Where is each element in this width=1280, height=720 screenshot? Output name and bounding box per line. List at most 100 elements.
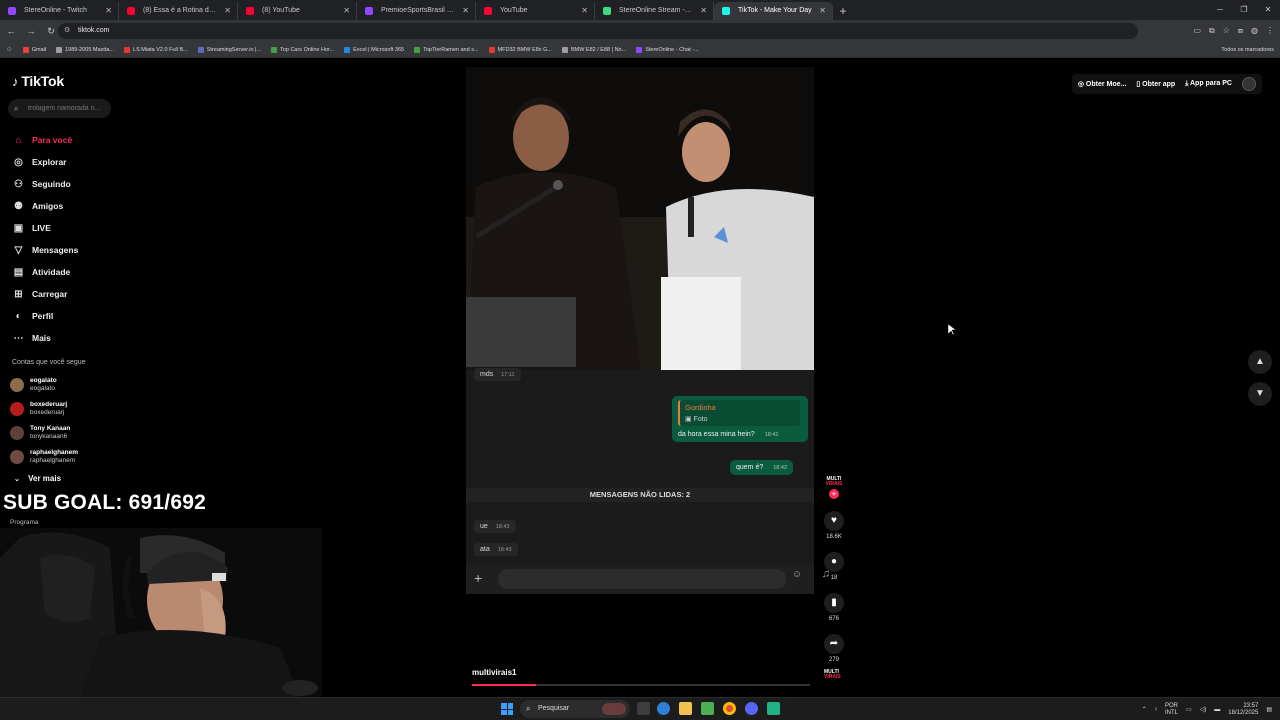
following-icon: ⚇ xyxy=(14,178,23,190)
maximize-icon[interactable]: ❐ xyxy=(1232,0,1256,20)
bookmark-item[interactable]: MFD32 BMW E8x G... xyxy=(488,46,552,53)
bookmark-item[interactable]: Excel | Microsoft 365 xyxy=(344,46,404,53)
bookmark-item[interactable]: Gmail xyxy=(22,46,46,53)
video-player[interactable] xyxy=(466,67,814,370)
bookmark-item[interactable]: TopTierRamen and s... xyxy=(414,46,479,53)
video-progress-bar[interactable] xyxy=(472,684,810,686)
logo-text: TikTok xyxy=(21,73,64,89)
sidebar-item-messages[interactable]: ▽ Mensagens xyxy=(12,239,79,261)
sidebar-item-friends[interactable]: ⚉ Amigos xyxy=(12,195,78,217)
bookmark-item[interactable]: StreamingServer.io |... xyxy=(197,46,261,53)
file-explorer-icon[interactable] xyxy=(679,702,692,715)
author-avatar[interactable]: MULTI VIRAIS xyxy=(820,477,848,487)
browser-tab[interactable]: PremioeSportsBrasil - Twitch ✕ xyxy=(357,2,476,20)
next-author-badge[interactable]: MULTI VIRAIS xyxy=(824,670,841,680)
sidebar-item-more[interactable]: ⋯ Mais xyxy=(12,327,78,349)
followed-account-text: boxederuarj boxederuarj xyxy=(30,401,67,417)
get-app-button[interactable]: ▯ Obter app xyxy=(1136,80,1175,88)
sidebar-item-following[interactable]: ⚇ Seguindo xyxy=(12,173,78,195)
chat-input xyxy=(498,569,786,589)
tab-close-icon[interactable]: ✕ xyxy=(224,2,231,20)
bookmark-item[interactable]: BMW E82 / E88 | No... xyxy=(561,46,626,53)
site-info-icon[interactable]: ⚙ xyxy=(64,23,70,39)
follow-plus-button[interactable]: + xyxy=(829,489,839,499)
share-action[interactable]: ➦ 279 xyxy=(820,634,848,663)
task-view-icon[interactable] xyxy=(637,702,650,715)
save-count: 676 xyxy=(828,616,839,622)
bookmark-star-icon[interactable]: ☆ xyxy=(1223,23,1230,39)
comment-action[interactable]: ● 18 xyxy=(820,552,848,581)
back-icon[interactable]: ← xyxy=(2,26,20,36)
camera-icon: ▣ xyxy=(685,416,694,423)
message-time: 18:42 xyxy=(773,465,788,471)
translate-icon[interactable]: ⧉ xyxy=(1209,23,1215,39)
notifications-icon[interactable]: ▤ xyxy=(1266,706,1272,713)
all-bookmarks[interactable]: Todos os marcadores xyxy=(1221,42,1274,58)
app-icon[interactable] xyxy=(767,702,780,715)
tab-close-icon[interactable]: ✕ xyxy=(700,2,707,20)
tab-close-icon[interactable]: ✕ xyxy=(819,2,826,20)
bookmark-item[interactable]: LS Miata V2.0 Full B... xyxy=(124,46,188,53)
search-input[interactable]: ⌕ trolagem namorada n... xyxy=(8,99,111,118)
battery-icon[interactable]: ▬ xyxy=(1214,707,1220,713)
windows-start-button[interactable] xyxy=(501,703,513,715)
minimize-icon[interactable]: ─ xyxy=(1208,0,1232,20)
chrome-icon[interactable] xyxy=(723,702,736,715)
sidebar-item-upload[interactable]: ⊞ Carregar xyxy=(12,283,78,305)
browser-tab[interactable]: (8) YouTube ✕ xyxy=(238,2,357,20)
browser-tab[interactable]: TikTok - Make Your Day ✕ xyxy=(714,2,833,20)
taskbar-clock[interactable]: 23:57 18/12/2025 xyxy=(1228,703,1258,717)
url-field[interactable]: ⚙ tiktok.com xyxy=(58,23,1138,39)
sidebar-item-label: Para você xyxy=(32,135,73,145)
see-more-link[interactable]: ⌄ Ver mais xyxy=(14,474,61,483)
microphone-icon[interactable]: ♮ xyxy=(1155,706,1157,713)
network-icon[interactable]: ▭ xyxy=(1186,706,1192,713)
sidebar-item-profile[interactable]: ◐ Perfil xyxy=(12,305,78,327)
browser-tab[interactable]: StereOnline - Twitch ✕ xyxy=(0,2,119,20)
menu-icon[interactable]: ⋮ xyxy=(1266,23,1274,39)
taskbar-search[interactable]: ⌕ Pesquisar xyxy=(520,700,630,718)
tab-close-icon[interactable]: ✕ xyxy=(462,2,469,20)
volume-icon[interactable]: ◁) xyxy=(1200,706,1207,713)
new-tab-button[interactable]: + xyxy=(833,2,853,20)
followed-account[interactable]: eogalato eogalato xyxy=(10,373,78,397)
followed-account[interactable]: boxederuarj boxederuarj xyxy=(10,397,78,421)
followed-account[interactable]: raphaelghanem raphaelghanem xyxy=(10,445,78,469)
copilot-icon[interactable] xyxy=(657,702,670,715)
forward-icon[interactable]: → xyxy=(22,26,40,36)
video-author-username[interactable]: multivirais1 xyxy=(472,668,516,677)
bookmark-label: Top Cars Online Hor... xyxy=(280,46,335,53)
tab-close-icon[interactable]: ✕ xyxy=(343,2,350,20)
tiktok-logo[interactable]: ♪ TikTok xyxy=(12,73,64,89)
get-coins-button[interactable]: ◎ Obter Moe... xyxy=(1078,80,1127,88)
sidebar-item-live[interactable]: ▣ LIVE xyxy=(12,217,78,239)
tray-chevron-icon[interactable]: ⌃ xyxy=(1142,706,1147,713)
close-window-icon[interactable]: ✕ xyxy=(1256,0,1280,20)
sidebar-item-home[interactable]: ⌂ Para você xyxy=(12,129,78,151)
pc-app-button[interactable]: ⤓ App para PC xyxy=(1185,80,1232,88)
sidebar-item-compass[interactable]: ◎ Explorar xyxy=(12,151,78,173)
message-text: mds xyxy=(480,371,494,378)
bookmark-item[interactable]: 1989-2005 Mazda... xyxy=(56,46,114,53)
followed-account[interactable]: Tony Kanaan tonykanaan6 xyxy=(10,421,78,445)
bookmark-item[interactable]: StereOnline - Chat -... xyxy=(636,46,699,53)
cast-icon[interactable]: ▭ xyxy=(1193,23,1201,39)
store-icon[interactable] xyxy=(701,702,714,715)
sidebar-item-activity[interactable]: ▤ Atividade xyxy=(12,261,78,283)
user-avatar[interactable] xyxy=(1242,77,1256,91)
discord-icon[interactable] xyxy=(745,702,758,715)
tab-close-icon[interactable]: ✕ xyxy=(105,2,112,20)
tab-close-icon[interactable]: ✕ xyxy=(581,2,588,20)
input-language[interactable]: POR INTL xyxy=(1165,703,1178,717)
apps-grid-icon[interactable]: ⁘ xyxy=(6,45,13,54)
extensions-icon[interactable]: ⧈ xyxy=(1238,23,1243,39)
next-video-button[interactable]: ▼ xyxy=(1248,382,1272,406)
browser-tab[interactable]: StereOnline Stream - Watch Li... ✕ xyxy=(595,2,714,20)
browser-tab[interactable]: YouTube ✕ xyxy=(476,2,595,20)
browser-tab[interactable]: (8) Essa é a Rotina de Motorista...✕ xyxy=(119,2,238,20)
bookmark-item[interactable]: Top Cars Online Hor... xyxy=(271,46,335,53)
save-action[interactable]: ▮ 676 xyxy=(820,593,848,622)
like-action[interactable]: ♥ 18.6K xyxy=(820,511,848,540)
previous-video-button[interactable]: ▲ xyxy=(1248,350,1272,374)
profile-icon[interactable]: ◍ xyxy=(1251,23,1258,39)
